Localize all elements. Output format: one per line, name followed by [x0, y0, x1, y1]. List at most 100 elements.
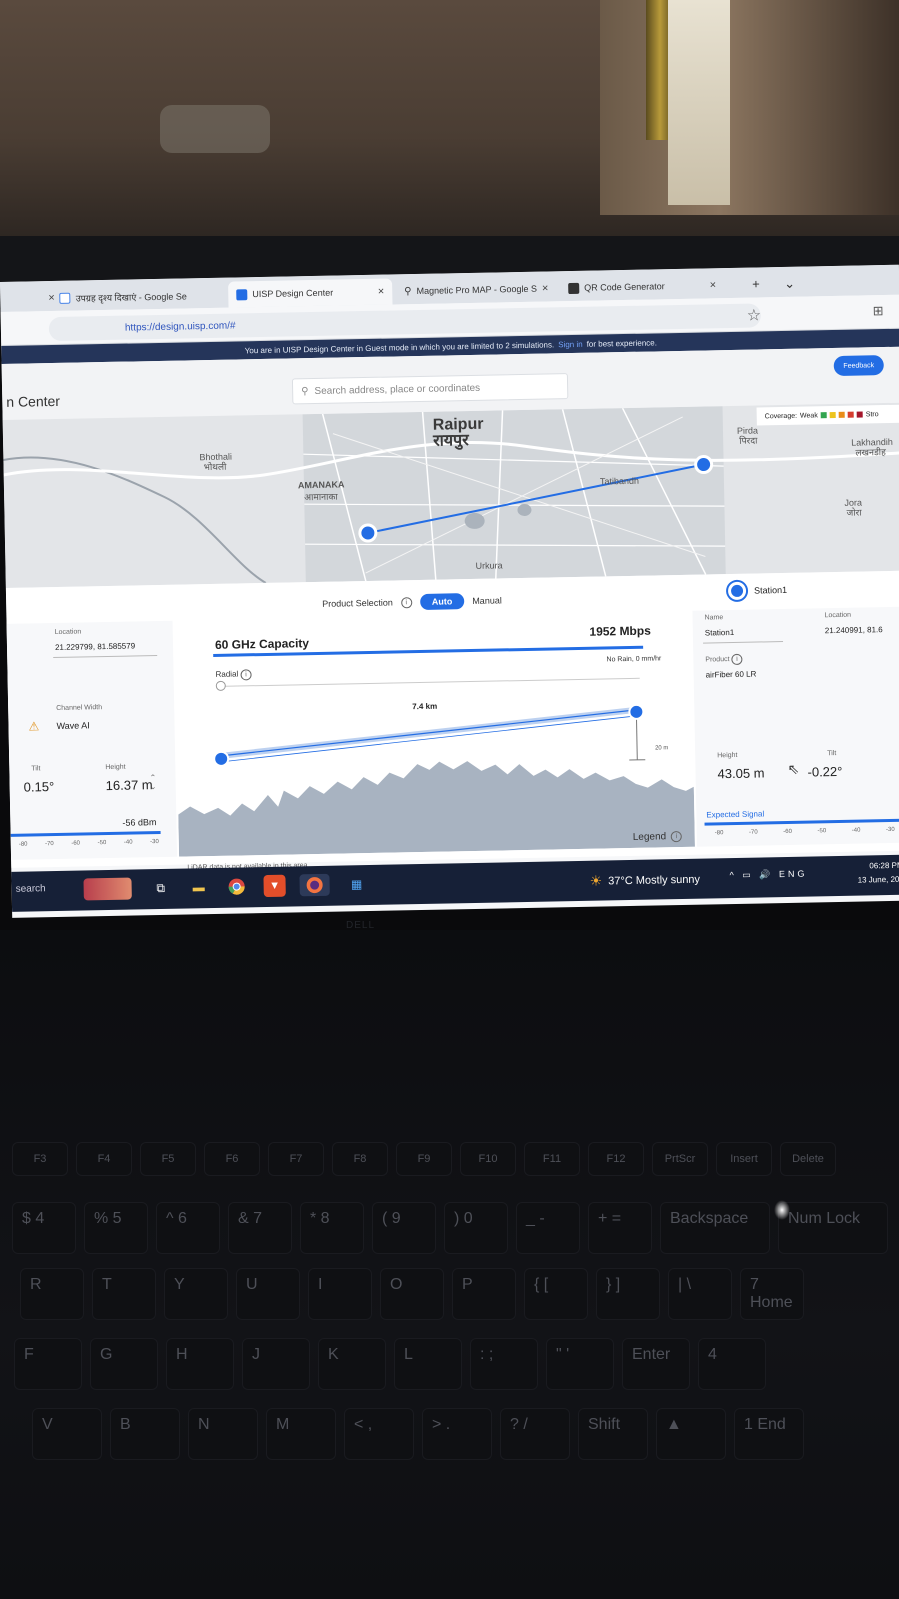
- close-icon[interactable]: ×: [48, 292, 55, 304]
- keyboard-key[interactable]: B: [110, 1408, 180, 1460]
- keyboard-key[interactable]: T: [92, 1268, 156, 1320]
- keyboard-key[interactable]: U: [236, 1268, 300, 1320]
- close-icon[interactable]: ×: [542, 282, 549, 294]
- auto-toggle[interactable]: Auto: [419, 593, 465, 610]
- info-icon[interactable]: i: [240, 669, 252, 681]
- radial-slider-handle[interactable]: [215, 680, 226, 691]
- brave-icon[interactable]: ▼: [263, 874, 286, 898]
- bookmark-star-icon[interactable]: ☆: [747, 305, 762, 325]
- name-value[interactable]: Station1: [705, 628, 735, 638]
- keyboard-key[interactable]: K: [318, 1338, 386, 1390]
- station-header[interactable]: Station1: [727, 581, 787, 601]
- keyboard-key[interactable]: F9: [396, 1142, 452, 1176]
- new-tab-button[interactable]: +: [752, 276, 760, 291]
- keyboard-key[interactable]: Num Lock: [778, 1202, 888, 1254]
- taskbar-clock[interactable]: 06:28 PM 13 June, 202: [857, 859, 899, 888]
- keyboard-key[interactable]: G: [90, 1338, 158, 1390]
- taskbar-widget-image[interactable]: [83, 877, 132, 901]
- chrome-icon[interactable]: [225, 875, 247, 897]
- keyboard-key[interactable]: Y: [164, 1268, 228, 1320]
- keyboard-key[interactable]: < ,: [344, 1408, 414, 1460]
- keyboard-key[interactable]: Backspace: [660, 1202, 770, 1254]
- tab-uisp-design-center[interactable]: UISP Design Center ×: [228, 278, 393, 308]
- keyboard-key[interactable]: F4: [76, 1142, 132, 1176]
- keyboard-key[interactable]: M: [266, 1408, 336, 1460]
- keyboard-key[interactable]: PrtScr: [652, 1142, 708, 1176]
- keyboard-key[interactable]: | \: [668, 1268, 732, 1320]
- keyboard-key[interactable]: F7: [268, 1142, 324, 1176]
- keyboard-key[interactable]: P: [452, 1268, 516, 1320]
- keyboard-key[interactable]: F5: [140, 1142, 196, 1176]
- keyboard-key[interactable]: : ;: [470, 1338, 538, 1390]
- file-explorer-icon[interactable]: ▬: [187, 876, 209, 898]
- location-value[interactable]: 21.240991, 81.6: [825, 625, 883, 635]
- tab-google-search[interactable]: × उपग्रह दृश्य दिखाएं - Google Se: [40, 282, 195, 311]
- keyboard-key[interactable]: ▲: [656, 1408, 726, 1460]
- legend-button[interactable]: Legend i: [633, 831, 683, 843]
- keyboard-key[interactable]: R: [20, 1268, 84, 1320]
- system-tray[interactable]: ^ ▭ 🔊 ENG: [729, 869, 807, 881]
- tilt-value[interactable]: 0.15°: [24, 779, 55, 795]
- tilt-value[interactable]: -0.22°: [807, 764, 842, 780]
- keyboard-key[interactable]: O: [380, 1268, 444, 1320]
- keyboard-key[interactable]: F3: [12, 1142, 68, 1176]
- keyboard-key[interactable]: F11: [524, 1142, 580, 1176]
- keyboard-key[interactable]: + =: [588, 1202, 652, 1254]
- keyboard-key[interactable]: Enter: [622, 1338, 690, 1390]
- keyboard-key[interactable]: & 7: [228, 1202, 292, 1254]
- keyboard-key[interactable]: F: [14, 1338, 82, 1390]
- keyboard-key[interactable]: L: [394, 1338, 462, 1390]
- firefox-icon[interactable]: [299, 873, 330, 897]
- keyboard-key[interactable]: Shift: [578, 1408, 648, 1460]
- keyboard-key[interactable]: J: [242, 1338, 310, 1390]
- keyboard-key[interactable]: F10: [460, 1142, 516, 1176]
- map-view[interactable]: Raipur रायपुर AMANAKA आमानाका Bhothali भ…: [2, 402, 899, 588]
- info-icon[interactable]: i: [731, 653, 743, 666]
- feedback-button[interactable]: Feedback: [833, 355, 884, 377]
- keyboard-key[interactable]: H: [166, 1338, 234, 1390]
- height-value[interactable]: 16.37 m: [106, 777, 153, 793]
- tab-magnetic-map[interactable]: ⚲ Magnetic Pro MAP - Google S ×: [396, 275, 557, 304]
- location-value[interactable]: 21.229799, 81.585579: [55, 641, 135, 652]
- keyboard-key[interactable]: 4: [698, 1338, 766, 1390]
- radial-slider-track[interactable]: [219, 677, 640, 687]
- keyboard-key[interactable]: ) 0: [444, 1202, 508, 1254]
- taskbar-search[interactable]: search: [16, 883, 46, 895]
- app-store-icon[interactable]: ▦: [345, 873, 367, 895]
- keyboard-key[interactable]: % 5: [84, 1202, 148, 1254]
- keyboard-key[interactable]: I: [308, 1268, 372, 1320]
- extensions-icon[interactable]: ⊞: [873, 303, 884, 319]
- keyboard-key[interactable]: 1 End: [734, 1408, 804, 1460]
- keyboard-key[interactable]: Insert: [716, 1142, 772, 1176]
- product-value[interactable]: airFiber 60 LR: [706, 670, 757, 680]
- keyboard-key[interactable]: N: [188, 1408, 258, 1460]
- map-search-input[interactable]: ⚲ Search address, place or coordinates: [291, 373, 569, 405]
- tab-list-button[interactable]: ⌄: [784, 276, 795, 292]
- keyboard-key[interactable]: Delete: [780, 1142, 836, 1176]
- close-icon[interactable]: ×: [710, 279, 717, 291]
- keyboard-key[interactable]: { [: [524, 1268, 588, 1320]
- keyboard-key[interactable]: " ': [546, 1338, 614, 1390]
- keyboard-key[interactable]: F6: [204, 1142, 260, 1176]
- keyboard-key[interactable]: * 8: [300, 1202, 364, 1254]
- keyboard-key[interactable]: > .: [422, 1408, 492, 1460]
- weather-widget[interactable]: ☀ 37°C Mostly sunny: [589, 871, 700, 890]
- keyboard-key[interactable]: $ 4: [12, 1202, 76, 1254]
- keyboard-key[interactable]: _ -: [516, 1202, 580, 1254]
- height-stepper-icon[interactable]: ⌃ ⌄: [149, 773, 156, 791]
- keyboard-key[interactable]: F12: [588, 1142, 644, 1176]
- tab-qr-code-generator[interactable]: QR Code Generator ×: [560, 272, 724, 301]
- keyboard-key[interactable]: V: [32, 1408, 102, 1460]
- sign-in-link[interactable]: Sign in: [558, 339, 583, 348]
- manual-toggle[interactable]: Manual: [472, 595, 502, 606]
- keyboard-key[interactable]: } ]: [596, 1268, 660, 1320]
- rain-label[interactable]: No Rain, 0 mm/hr: [606, 655, 661, 663]
- info-icon[interactable]: i: [400, 596, 412, 608]
- keyboard-key[interactable]: F8: [332, 1142, 388, 1176]
- keyboard-key[interactable]: ? /: [500, 1408, 570, 1460]
- close-icon[interactable]: ×: [378, 286, 385, 298]
- task-view-icon[interactable]: ⧉: [149, 877, 171, 899]
- keyboard-key[interactable]: ( 9: [372, 1202, 436, 1254]
- channel-width-value[interactable]: Wave AI: [56, 720, 89, 731]
- height-value[interactable]: 43.05 m: [717, 765, 764, 781]
